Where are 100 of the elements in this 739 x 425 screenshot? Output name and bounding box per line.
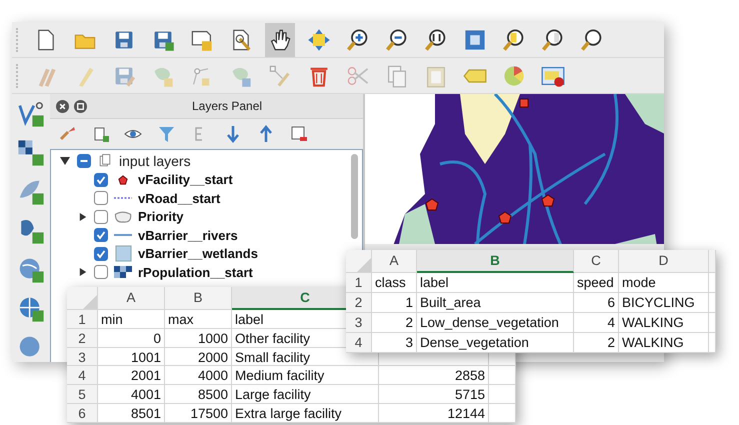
float-icon[interactable] — [74, 100, 87, 112]
checkbox[interactable] — [94, 191, 108, 206]
table-cell: 12144 — [379, 404, 489, 423]
checkbox[interactable] — [94, 246, 108, 261]
table-cell: 1001 — [98, 348, 165, 366]
scrollbar[interactable] — [351, 154, 358, 239]
table-cell: 2 — [372, 313, 417, 333]
fill-symbol-icon — [114, 245, 132, 262]
table-cell: 2 — [574, 333, 619, 353]
table-cell: WALKING — [619, 333, 709, 353]
layer-label[interactable]: rPopulation__start — [138, 264, 253, 280]
row-number[interactable]: 4 — [67, 366, 98, 386]
table-cell: 8501 — [98, 404, 165, 423]
filter-icon[interactable] — [157, 124, 177, 144]
table-cell: 4000 — [165, 366, 232, 386]
table-cell: Dense_vegetation — [417, 333, 574, 353]
point-symbol-icon — [118, 174, 128, 185]
table-cell: min — [98, 310, 165, 329]
node-tool-icon — [268, 64, 292, 88]
table-cell: 6 — [574, 293, 619, 313]
table-cell: 2001 — [98, 366, 165, 386]
zoom-actual-icon — [424, 28, 448, 52]
table-cell: WALKING — [619, 313, 709, 333]
table-cell: 4 — [574, 313, 619, 333]
zoom-in-icon — [346, 28, 370, 52]
hand-tool[interactable] — [265, 22, 295, 56]
expand-arrow-icon[interactable] — [79, 212, 87, 221]
expand-arrow-icon[interactable] — [60, 156, 70, 166]
table-cell: Medium facility — [232, 366, 379, 386]
table-cell: 4001 — [98, 385, 165, 404]
table-cell: speed — [574, 273, 619, 293]
zoom-out-icon — [385, 28, 409, 52]
layer-group-label[interactable]: input layers — [119, 153, 191, 170]
table-cell: Low_dense_vegetation — [417, 313, 574, 333]
remove-layer-icon[interactable] — [289, 124, 309, 144]
layer-label[interactable]: Priority — [138, 209, 184, 224]
column-header[interactable]: B — [193, 290, 202, 305]
table-cell: 1 — [372, 293, 417, 313]
table-cell: label — [417, 273, 574, 293]
row-number[interactable]: 4 — [346, 333, 372, 353]
table-cell: class — [372, 273, 417, 293]
polygon-symbol-icon — [114, 210, 132, 224]
column-header[interactable]: C — [591, 253, 601, 268]
copy-icon — [385, 64, 409, 88]
table-cell: Built_area — [417, 293, 574, 313]
raster-add-icon[interactable] — [17, 139, 45, 167]
pie-chart-icon — [502, 64, 526, 88]
row-number[interactable]: 5 — [67, 385, 98, 404]
row-number[interactable]: 1 — [346, 273, 372, 293]
row-number[interactable]: 3 — [67, 348, 98, 366]
line-symbol-icon — [114, 234, 132, 236]
table-cell: BICYCLING — [619, 293, 709, 313]
row-number[interactable]: 2 — [67, 328, 98, 348]
column-header[interactable]: A — [126, 290, 136, 305]
row-number[interactable]: 2 — [346, 293, 372, 313]
checkbox[interactable] — [94, 265, 108, 280]
layer-label[interactable]: vBarrier__wetlands — [138, 246, 258, 262]
close-icon[interactable] — [56, 100, 69, 112]
globe-add-icon[interactable] — [17, 256, 45, 284]
checkbox[interactable] — [94, 228, 108, 242]
table-cell: mode — [619, 273, 709, 293]
column-header[interactable]: D — [658, 253, 668, 268]
empty-cell — [489, 404, 516, 423]
column-header[interactable]: B — [490, 253, 500, 268]
expand-arrow-icon[interactable] — [79, 268, 87, 276]
table-cell: 3 — [372, 333, 417, 353]
table-cell: 8500 — [165, 385, 232, 404]
checkbox[interactable] — [94, 210, 108, 224]
feather-add-icon[interactable] — [17, 178, 45, 206]
layer-label[interactable]: vRoad__start — [138, 190, 220, 206]
hand-icon — [268, 28, 292, 52]
globe-add-icon[interactable] — [17, 295, 45, 323]
layer-label[interactable]: vBarrier__rivers — [138, 228, 238, 243]
table-cell: 17500 — [165, 404, 232, 423]
column-header[interactable]: A — [389, 253, 398, 268]
row-number[interactable]: 6 — [67, 404, 98, 423]
checkbox[interactable] — [94, 172, 108, 187]
table-cell: 1000 — [165, 328, 232, 348]
zoom-layer-icon — [502, 28, 526, 52]
row-number[interactable]: 1 — [67, 310, 98, 329]
empty-cell — [489, 366, 516, 386]
table-cell: 2000 — [165, 348, 232, 366]
layer-label[interactable]: vFacility__start — [138, 172, 233, 188]
dashed-line-symbol-icon — [114, 197, 132, 200]
checkbox[interactable] — [77, 154, 91, 168]
empty-cell — [489, 385, 516, 404]
table-cell: 0 — [98, 328, 165, 348]
table-cell: Large facility — [232, 385, 379, 404]
table-cell: Extra large facility — [232, 404, 379, 423]
panel-title: Layers Panel — [192, 99, 262, 113]
raster-symbol-icon — [114, 266, 132, 278]
move-arrows-icon — [307, 28, 331, 52]
table-cell: 5715 — [379, 385, 489, 404]
zoom-icon — [580, 28, 604, 52]
table-cell: max — [165, 310, 232, 329]
zoom-selection-icon — [541, 28, 565, 52]
table-cell: 2858 — [379, 366, 489, 386]
row-number[interactable]: 3 — [346, 313, 372, 333]
column-header[interactable]: C — [300, 290, 310, 305]
vector-add-icon[interactable] — [17, 100, 45, 128]
